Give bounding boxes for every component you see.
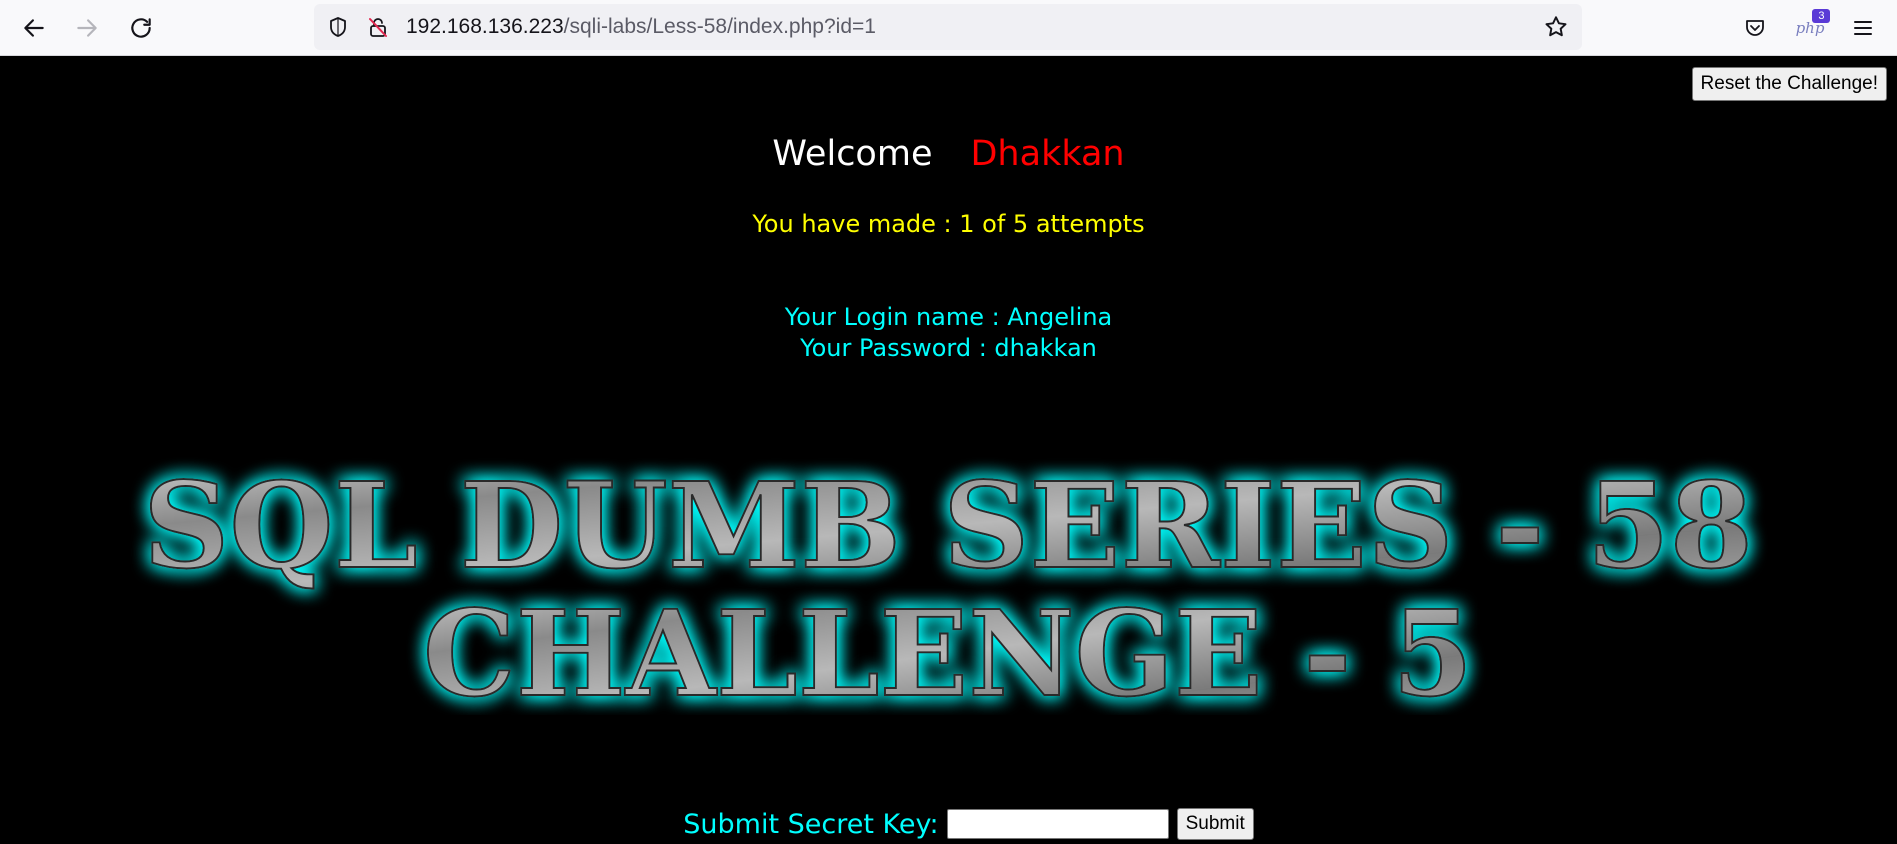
arrow-left-icon (24, 19, 44, 37)
hamburger-menu-icon (1854, 21, 1872, 35)
pocket-button[interactable] (1735, 8, 1775, 48)
welcome-heading: Welcome Dhakkan (0, 130, 1897, 178)
reset-challenge-button[interactable]: Reset the Challenge! (1691, 67, 1887, 101)
insecure-lock-icon[interactable] (364, 13, 392, 41)
password-text: Your Password : dhakkan (800, 334, 1097, 362)
secret-key-form: Submit Secret Key: Submit (0, 804, 1897, 844)
menu-button[interactable] (1843, 8, 1883, 48)
php-extension-button[interactable]: php 3 (1790, 8, 1831, 48)
bookmark-star-icon[interactable] (1542, 13, 1570, 41)
secret-key-input[interactable] (946, 809, 1169, 839)
welcome-name: Dhakkan (970, 134, 1125, 174)
address-bar[interactable]: 192.168.136.223/sqli-labs/Less-58/index.… (314, 4, 1582, 50)
browser-toolbar: 192.168.136.223/sqli-labs/Less-58/index.… (0, 0, 1897, 56)
back-button[interactable] (14, 8, 54, 48)
arrow-right-icon (77, 19, 97, 37)
login-name-text: Your Login name : Angelina (784, 303, 1113, 331)
attempts-counter: You have made : 1 of 5 attempts (752, 210, 1145, 238)
banner-line-1: SQL DUMB SERIES - 58 (143, 456, 1753, 595)
tracking-protection-icon[interactable] (324, 13, 352, 41)
pocket-icon (1746, 20, 1764, 36)
secret-key-label: Submit Secret Key: (683, 808, 939, 840)
url-path: /sqli-labs/Less-58/index.php?id=1 (563, 15, 876, 38)
banner-line-2: CHALLENGE - 5 (423, 584, 1473, 715)
php-extension-icon: php 3 (1796, 9, 1831, 37)
url-text[interactable]: 192.168.136.223/sqli-labs/Less-58/index.… (406, 4, 876, 50)
submit-button[interactable]: Submit (1176, 808, 1254, 840)
reload-icon (131, 18, 151, 38)
sql-dumb-series-banner: SQL DUMB SERIES - 58 CHALLENGE - 5 (142, 455, 1754, 715)
reload-button[interactable] (121, 8, 161, 48)
forward-button[interactable] (67, 8, 107, 48)
php-extension-badge: 3 (1812, 9, 1831, 23)
url-host: 192.168.136.223 (406, 15, 564, 38)
welcome-word: Welcome (772, 134, 933, 174)
